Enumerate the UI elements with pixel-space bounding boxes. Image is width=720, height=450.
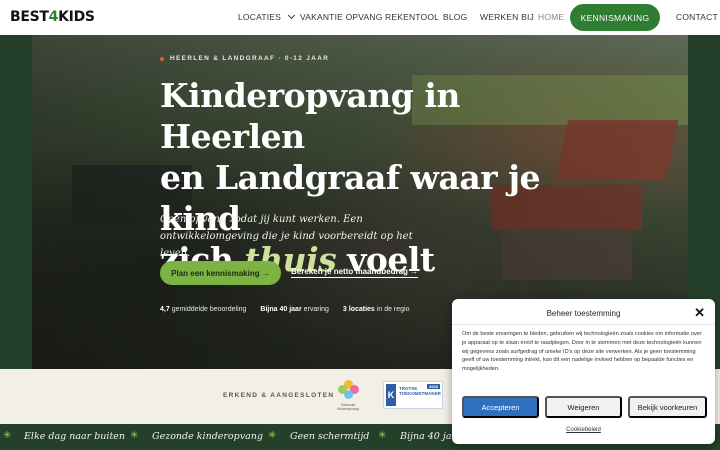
hero-eyebrow-text: HEERLEN & LANDGRAAF · 0-12 JAAR: [170, 55, 330, 62]
ticker-item: Elke dag naar buiten: [24, 431, 126, 442]
stat-item: Bijna 40 jaar ervaring: [260, 306, 329, 313]
accept-cookies-button[interactable]: Accepteren: [462, 396, 539, 418]
logo-petal: [338, 385, 347, 394]
hero-stats: 4,7 gemiddelde beoordeling Bijna 40 jaar…: [160, 306, 410, 313]
chevron-down-icon: [287, 11, 296, 20]
cookie-consent-dialog: Beheer toestemming ✕ Om de beste ervarin…: [452, 299, 715, 444]
divider: [452, 324, 715, 325]
cookie-title: Beheer toestemming: [546, 309, 621, 318]
cookie-text: Om de beste ervaringen te bieden, gebrui…: [462, 331, 702, 373]
close-icon[interactable]: ✕: [694, 306, 705, 319]
nav-locaties-label: LOCATIES: [238, 12, 282, 22]
deny-cookies-button[interactable]: Weigeren: [545, 396, 622, 418]
logo-caption: Gezonde Kinderopvang: [337, 403, 359, 411]
view-preferences-button[interactable]: Bekijk voorkeuren: [628, 396, 707, 418]
k-logo-icon: K: [386, 384, 396, 406]
asterisk-icon: ✳: [3, 430, 12, 441]
nav-home[interactable]: HOME: [538, 12, 564, 22]
plan-kennismaking-button[interactable]: Plan een kennismaking →: [160, 261, 281, 285]
nav-rekentool[interactable]: REKENTOOL: [385, 12, 439, 22]
badge-year: 2026: [427, 384, 440, 389]
nav-contact[interactable]: CONTACT: [676, 12, 718, 22]
nav-werken-bij[interactable]: WERKEN BIJ: [480, 12, 534, 22]
main-nav: LOCATIES VAKANTIE OPVANG REKENTOOL BLOG …: [0, 0, 720, 35]
nav-blog[interactable]: BLOG: [443, 12, 467, 22]
accreditation-label: ERKEND & AANGESLOTEN: [223, 392, 335, 399]
gezonde-kinderopvang-logo: Gezonde Kinderopvang: [336, 380, 360, 411]
ticker-item: Bijna 40 ja: [400, 431, 452, 442]
toekomstmaker-badge: K TROTSE TOEKOMSTMAKER 2026: [383, 381, 443, 409]
asterisk-icon: ✳: [268, 430, 277, 441]
stat-item: 4,7 gemiddelde beoordeling: [160, 306, 247, 313]
nav-locaties[interactable]: LOCATIES: [238, 11, 296, 22]
dot-icon: [160, 56, 164, 61]
hero-eyebrow: HEERLEN & LANDGRAAF · 0-12 JAAR: [160, 55, 329, 62]
ticker-item: Gezonde kinderopvang: [152, 431, 263, 442]
hero-subline: Geen opvang zodat jij kunt werken. Een o…: [160, 214, 413, 259]
site-header: BEST4KIDS LOCATIES VAKANTIE OPVANG REKEN…: [0, 0, 720, 35]
nav-vakantie-opvang[interactable]: VAKANTIE OPVANG: [300, 12, 383, 22]
cookie-policy-link[interactable]: Cookiebeleid: [452, 427, 715, 433]
asterisk-icon: ✳: [130, 430, 139, 441]
ticker-item: Geen schermtijd: [290, 431, 370, 442]
nav-kennismaking-button[interactable]: KENNISMAKING: [570, 4, 660, 31]
asterisk-icon: ✳: [378, 430, 387, 441]
bereken-maandbedrag-link[interactable]: Bereken je netto maandbedrag →: [291, 267, 419, 278]
headline-line: Kinderopvang in Heerlen: [160, 76, 460, 156]
stat-item: 3 locaties in de regio: [342, 306, 410, 313]
